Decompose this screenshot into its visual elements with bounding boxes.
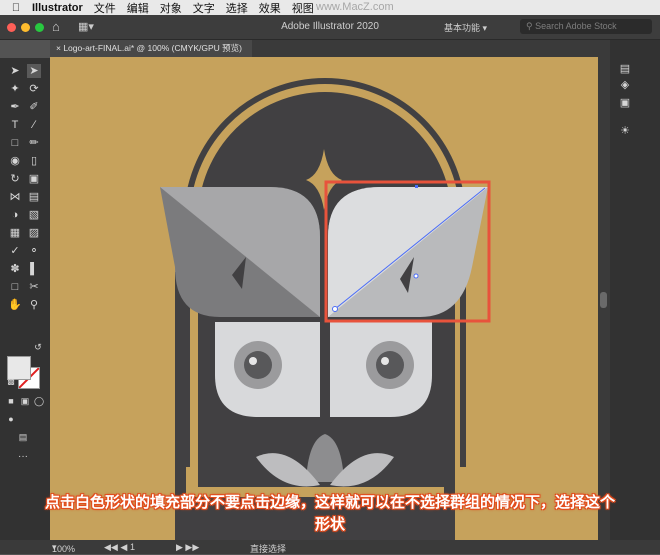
blend-tool-icon[interactable]: ⚬ [27,244,41,258]
caption-line-2: 形状 [314,516,345,533]
lower-left-eye-inner [244,351,272,379]
slice-tool-icon[interactable]: ✂ [27,280,41,294]
tutorial-caption: 点击白色形状的填充部分不要点击边缘，这样就可以在不选择群组的情况下，选择这个 形… [0,492,660,536]
eraser-tool-icon[interactable]: ▯ [27,154,41,168]
menu-edit[interactable]: 编辑 [127,0,149,16]
stock-search-placeholder: Search Adobe Stock [535,21,617,31]
column-graph-tool-icon[interactable]: ▌ [27,262,41,276]
rotate-tool-icon[interactable]: ↻ [8,172,22,186]
caption-line-1: 点击白色形状的填充部分不要点击边缘，这样就可以在不选择群组的情况下，选择这个 [44,494,615,511]
type-tool-icon[interactable]: T [8,118,22,132]
zoom-level-value: 100% [52,544,76,554]
shaper-tool-icon[interactable]: ◉ [8,154,22,168]
lower-right-eye-inner [376,351,404,379]
right-panel-dock: ▤ ◈ ▣ ☀ [610,40,660,540]
line-tool-icon[interactable]: ∕ [27,118,41,132]
artboard-canvas[interactable] [50,57,600,540]
menu-view[interactable]: 视图 [292,0,314,16]
screen-mode-icon[interactable]: ▤ [16,430,30,444]
anchor-point-top[interactable] [415,185,418,188]
stock-search-input[interactable]: ⚲ Search Adobe Stock [520,19,652,34]
none-mode-icon[interactable]: ◯ [32,394,46,408]
menu-type[interactable]: 文字 [193,0,215,16]
status-bar: 100% ▾ ◀◀ ◀ 1 ▶ ▶▶ 直接选择 [0,540,660,554]
selection-tool-icon[interactable]: ➤ [8,64,22,78]
menu-effect[interactable]: 效果 [259,0,281,16]
symbol-sprayer-tool-icon[interactable]: ✽ [8,262,22,276]
scrollbar-thumb[interactable] [600,292,607,308]
free-transform-tool-icon[interactable]: ▤ [27,190,41,204]
mac-menubar:  Illustrator 文件 编辑 对象 文字 选择 效果 视图 www.M… [0,0,660,15]
lower-right-eye-glint [381,357,389,365]
app-titlebar: ⌂ ▦▾ Adobe Illustrator 2020 基本功能 ▾ ⚲ Sea… [0,15,660,40]
zoom-window-button[interactable] [35,23,44,32]
center-point[interactable] [413,273,419,279]
tools-panel: ➤ ➤ ✦ ⟳ ✒ ✐ T ∕ □ ✏ ◉ ▯ ↻ ▣ ⋈ ▤ ◑ ▧ ▦ ▨ … [0,58,50,540]
pen-tool-icon[interactable]: ✒ [8,100,22,114]
appearance-panel-icon[interactable]: ☀ [618,124,632,138]
properties-panel-icon[interactable]: ▤ [618,62,632,76]
zoom-level[interactable]: 100% ▾ [52,542,75,554]
document-tab-label: Logo-art-FINAL.ai* @ 100% (CMYK/GPU 预览) [63,43,243,53]
color-mode-icon[interactable]: ■ [4,394,18,408]
menu-file[interactable]: 文件 [94,0,116,16]
lower-left-eye-glint [249,357,257,365]
arrange-documents-icon[interactable]: ▦▾ [78,20,94,33]
gradient-mode-icon[interactable]: ▣ [18,394,32,408]
shape-builder-tool-icon[interactable]: ◑ [8,208,22,222]
gradient-tool-icon[interactable]: ▨ [27,226,41,240]
artboard-nav-next[interactable]: ▶ ▶▶ [176,542,199,553]
default-colors-icon[interactable]: ▩ [4,375,18,389]
vertical-scrollbar[interactable] [598,57,610,540]
anchor-point[interactable] [332,306,338,312]
document-tab[interactable]: × Logo-art-FINAL.ai* @ 100% (CMYK/GPU 预览… [50,40,253,57]
swap-fill-stroke-icon[interactable]: ↺ [31,340,45,354]
watermark-text: www.MacZ.com [316,1,394,13]
mesh-tool-icon[interactable]: ▦ [8,226,22,240]
home-icon[interactable]: ⌂ [52,19,60,34]
close-window-button[interactable] [7,23,16,32]
minimize-window-button[interactable] [21,23,30,32]
menu-object[interactable]: 对象 [160,0,182,16]
workspace-switcher[interactable]: 基本功能 ▾ [444,21,487,34]
layers-panel-icon[interactable]: ◈ [618,78,632,92]
menu-select[interactable]: 选择 [226,0,248,16]
artboard-number[interactable]: 1 [130,542,135,552]
scale-tool-icon[interactable]: ▣ [27,172,41,186]
current-tool-label: 直接选择 [250,544,287,554]
direct-selection-tool-icon[interactable]: ➤ [27,64,41,78]
document-tabbar: × Logo-art-FINAL.ai* @ 100% (CMYK/GPU 预览… [50,40,610,57]
more-tools-icon[interactable]: ··· [16,450,30,464]
workspace-label: 基本功能 [444,23,481,33]
zoom-tool-icon[interactable]: ⚲ [27,298,41,312]
menu-app-name[interactable]: Illustrator [32,2,83,14]
draw-mode-icon[interactable]: ● [4,412,18,426]
logo-artwork [160,78,491,540]
rectangle-tool-icon[interactable]: □ [8,136,22,150]
eyedropper-tool-icon[interactable]: ✓ [8,244,22,258]
perspective-grid-tool-icon[interactable]: ▧ [27,208,41,222]
paintbrush-tool-icon[interactable]: ✏ [27,136,41,150]
artboard-nav-prev[interactable]: ◀◀ ◀ [104,542,127,553]
artboard-tool-icon[interactable]: □ [8,280,22,294]
curvature-tool-icon[interactable]: ✐ [27,100,41,114]
width-tool-icon[interactable]: ⋈ [8,190,22,204]
libraries-panel-icon[interactable]: ▣ [618,96,632,110]
magic-wand-tool-icon[interactable]: ✦ [8,82,22,96]
lasso-tool-icon[interactable]: ⟳ [27,82,41,96]
apple-icon[interactable]:  [6,2,26,14]
hand-tool-icon[interactable]: ✋ [8,298,22,312]
